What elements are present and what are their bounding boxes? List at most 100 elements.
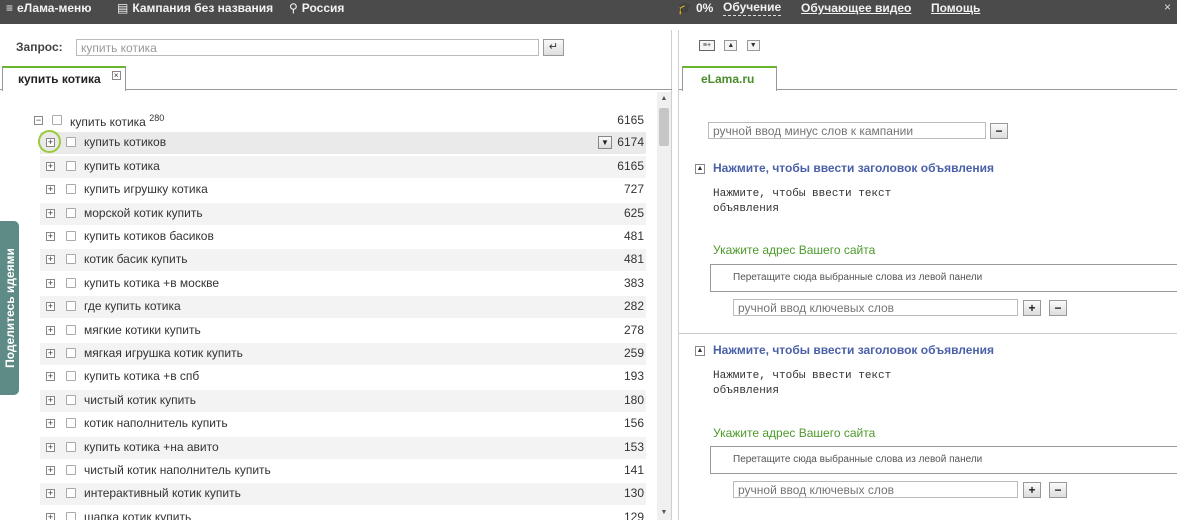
vertical-scrollbar[interactable]: ▲ ▼	[657, 92, 671, 520]
ad-url[interactable]: Укажите адрес Вашего сайта	[713, 243, 875, 257]
region-label: Россия	[301, 1, 345, 15]
keyword-checkbox[interactable]	[66, 231, 76, 241]
expand-icon[interactable]: +	[46, 302, 55, 312]
elama-menu-button[interactable]: ≡ eЛама-меню	[6, 0, 92, 16]
ad-headline[interactable]: Нажмите, чтобы ввести заголовок объявлен…	[713, 161, 994, 175]
keyword-drop-zone[interactable]: Перетащите сюда выбранные слова из левой…	[710, 446, 1177, 474]
keyword-checkbox[interactable]	[66, 207, 76, 218]
expand-icon[interactable]: +	[46, 395, 55, 405]
keyword-row[interactable]: + котик наполнитель купить 156	[40, 413, 646, 435]
expand-icon[interactable]: +	[46, 489, 55, 499]
ad-text[interactable]: Нажмите, чтобы ввести текст объявления	[713, 369, 891, 399]
keyword-checkbox[interactable]	[66, 441, 76, 452]
keyword-row[interactable]: + где купить котика 282	[40, 296, 646, 319]
root-keyword: купить котика 280	[70, 113, 165, 129]
expand-icon[interactable]: +	[46, 161, 55, 171]
keyword-row[interactable]: + купить котика +в москве 383	[40, 273, 646, 295]
keyword-checkbox[interactable]	[66, 160, 76, 171]
share-ideas-label: Поделитесь идеями	[2, 248, 17, 368]
keyword-row[interactable]: + мягкие котики купить 278	[40, 320, 646, 342]
tab-close-icon[interactable]: ×	[111, 71, 121, 80]
keyword-row[interactable]: + морской котик купить 625	[40, 202, 646, 225]
keyword-row[interactable]: + шапка котик купить 129	[40, 507, 646, 520]
keyword-checkbox[interactable]	[66, 324, 76, 335]
keyword-checkbox[interactable]	[66, 277, 76, 288]
keyword-checkbox[interactable]	[66, 511, 76, 520]
keyword-add-button[interactable]: +	[1023, 300, 1041, 316]
keyword-row[interactable]: + купить котиков ▼ 6174	[38, 130, 646, 155]
scrollbar-thumb[interactable]	[659, 108, 669, 146]
expand-icon[interactable]: +	[46, 512, 55, 520]
keyword-tree: − купить котика 280 6165 + купить котиков…	[0, 110, 660, 520]
ad-collapse-icon[interactable]: ▲	[695, 346, 705, 356]
ad-text[interactable]: Нажмите, чтобы ввести текст объявления	[713, 187, 891, 217]
expand-icon[interactable]: +	[46, 232, 55, 241]
tab-elama[interactable]: eLama.ru	[682, 66, 778, 91]
keyword-checkbox[interactable]	[66, 371, 76, 382]
expand-icon[interactable]: +	[46, 255, 55, 265]
share-ideas-tab[interactable]: Поделитесь идеями	[0, 221, 19, 395]
keyword-row[interactable]: + чистый котик купить 180	[40, 389, 646, 412]
keyword-row[interactable]: + котик басик купить 481	[40, 249, 646, 272]
keyword-row[interactable]: + купить котика 6165	[40, 155, 646, 178]
query-submit-button[interactable]: ↵	[543, 39, 564, 56]
help-link[interactable]: Помощь	[931, 0, 980, 16]
ad-headline[interactable]: Нажмите, чтобы ввести заголовок объявлен…	[713, 343, 994, 357]
keyword-checkbox[interactable]	[66, 465, 76, 475]
expand-icon[interactable]: +	[46, 372, 55, 382]
root-checkbox[interactable]	[52, 115, 62, 125]
expand-icon[interactable]: +	[46, 208, 55, 218]
collapse-all-icon[interactable]: ▲	[724, 40, 738, 51]
expand-icon[interactable]: +	[46, 278, 55, 288]
keyword-add-button[interactable]: +	[1023, 482, 1041, 498]
keyword-row[interactable]: + купить котика +в спб 193	[40, 366, 646, 388]
keyword-row[interactable]: + интерактивный котик купить 130	[40, 483, 646, 506]
keyword-row[interactable]: + чистый котик наполнитель купить 141	[40, 460, 646, 482]
keyword-count: 727	[623, 182, 644, 197]
keyword-checkbox[interactable]	[66, 184, 76, 195]
keyword-row[interactable]: + купить котиков басиков 481	[40, 226, 646, 248]
close-icon[interactable]: ×	[1164, 0, 1171, 14]
keyword-row[interactable]: + купить котика +на авито 153	[40, 436, 646, 459]
tree-root-row[interactable]: − купить котика 280 6165	[30, 110, 646, 132]
scroll-up-icon[interactable]: ▲	[657, 92, 671, 106]
keyword-checkbox[interactable]	[66, 254, 76, 265]
keyword-checkbox[interactable]	[66, 488, 76, 499]
keyword-row[interactable]: + мягкая игрушка котик купить 259	[40, 343, 646, 365]
tab-query[interactable]: купить котика ×	[2, 66, 126, 91]
expand-icon[interactable]: +	[46, 325, 55, 335]
scroll-down-icon[interactable]: ▼	[657, 506, 671, 520]
keyword-remove-button[interactable]: −	[1049, 300, 1067, 316]
keyword-label: купить котиков басиков	[84, 229, 214, 243]
keywords-input[interactable]	[733, 299, 1018, 316]
add-group-icon[interactable]: ≡+	[699, 40, 715, 51]
training-link[interactable]: Обучение	[723, 0, 782, 16]
minus-words-input[interactable]	[708, 122, 986, 139]
ad-collapse-icon[interactable]: ▲	[695, 164, 705, 174]
keyword-checkbox[interactable]	[66, 394, 76, 405]
keyword-checkbox[interactable]	[66, 348, 76, 358]
minus-words-remove-button[interactable]: −	[990, 123, 1008, 139]
expand-icon[interactable]: +	[46, 466, 55, 475]
keyword-checkbox[interactable]	[66, 301, 76, 312]
keyword-row[interactable]: + купить игрушку котика 727	[40, 179, 646, 201]
ad-url[interactable]: Укажите адрес Вашего сайта	[713, 426, 875, 440]
keywords-input[interactable]	[733, 481, 1018, 498]
expand-icon[interactable]: +	[46, 442, 55, 452]
expand-icon[interactable]: +	[46, 349, 55, 358]
keyword-checkbox[interactable]	[66, 418, 76, 429]
row-dropdown-icon[interactable]: ▼	[598, 136, 612, 150]
query-input[interactable]	[76, 39, 539, 56]
left-panel: Запрос: ↵ купить котика × − купить котик…	[0, 30, 672, 520]
region-button[interactable]: ⚲ Россия	[289, 0, 344, 16]
keyword-label: где купить котика	[84, 299, 181, 314]
expand-icon[interactable]: +	[46, 185, 55, 195]
campaign-button[interactable]: ▤ Кампания без названия	[117, 0, 273, 16]
training-video-link[interactable]: Обучающее видео	[801, 0, 911, 16]
collapse-icon[interactable]: −	[34, 116, 43, 125]
keyword-checkbox[interactable]	[66, 137, 76, 148]
expand-icon[interactable]: +	[46, 419, 55, 429]
keyword-drop-zone[interactable]: Перетащите сюда выбранные слова из левой…	[710, 264, 1177, 292]
expand-all-icon[interactable]: ▼	[746, 40, 760, 51]
keyword-remove-button[interactable]: −	[1049, 482, 1067, 498]
